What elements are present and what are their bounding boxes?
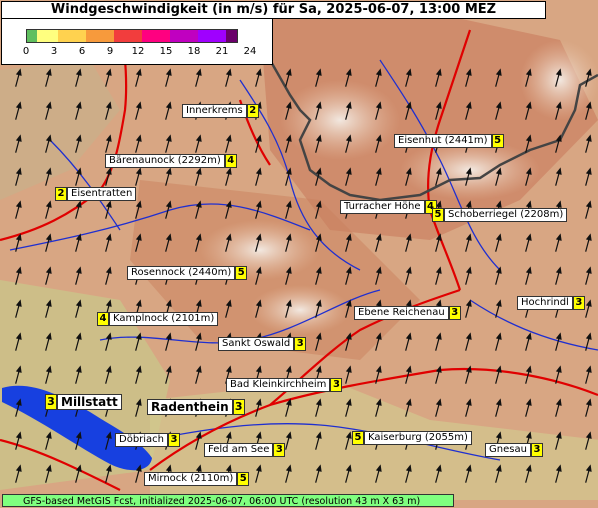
- wind-speed-value: 3: [448, 306, 461, 320]
- wind-speed-value: 3: [168, 433, 181, 447]
- wind-speed-value: 5: [491, 134, 504, 148]
- location-label[interactable]: 4 Kamplnock (2101m): [97, 312, 219, 326]
- wind-speed-value: 3: [232, 399, 245, 415]
- location-label[interactable]: Mirnock (2110m) 5: [144, 472, 250, 486]
- legend-tick-label: 12: [131, 46, 145, 57]
- location-name: Eisenhut (2441m): [394, 134, 492, 148]
- legend-color-step: [27, 30, 37, 42]
- wind-speed-value: 5: [235, 266, 248, 280]
- legend-tick-label: 3: [50, 46, 58, 57]
- location-name: Feld am See: [204, 443, 274, 457]
- legend-color-step: [226, 30, 237, 42]
- location-label[interactable]: Ebene Reichenau 3: [354, 306, 461, 320]
- wind-legend: 0 3 6 9 12 15 18 21 24: [1, 18, 273, 65]
- legend-color-step: [37, 30, 58, 42]
- legend-tick-label: 18: [187, 46, 201, 57]
- legend-tick-label: 6: [78, 46, 86, 57]
- location-name: Ebene Reichenau: [354, 306, 449, 320]
- wind-map[interactable]: Windgeschwindigkeit (in m/s) für Sa, 202…: [0, 0, 598, 508]
- location-label[interactable]: 3 Millstatt: [45, 394, 122, 410]
- location-label[interactable]: 5 Kaiserburg (2055m): [352, 431, 472, 445]
- location-label[interactable]: 5 Schoberriegel (2208m): [432, 208, 568, 222]
- legend-ticks: 0 3 6 9 12 15 18 21 24: [22, 46, 257, 60]
- location-name: Mirnock (2110m): [144, 472, 238, 486]
- location-label[interactable]: Eisenhut (2441m) 5: [394, 134, 504, 148]
- location-name: Hochrindl: [517, 296, 573, 310]
- wind-speed-value: 3: [330, 378, 343, 392]
- location-name: Gnesau: [485, 443, 531, 457]
- map-title: Windgeschwindigkeit (in m/s) für Sa, 202…: [1, 1, 546, 19]
- legend-color-step: [114, 30, 142, 42]
- location-label[interactable]: Sankt Oswald 3: [218, 337, 307, 351]
- location-label[interactable]: Turracher Höhe 4: [340, 200, 437, 214]
- location-label[interactable]: Innerkrems 2: [182, 104, 259, 118]
- location-name: Rosennock (2440m): [127, 266, 236, 280]
- wind-speed-value: 2: [55, 187, 67, 201]
- location-label[interactable]: Bad Kleinkirchheim 3: [226, 378, 343, 392]
- location-label[interactable]: Gnesau 3: [485, 443, 543, 457]
- location-name: Kamplnock (2101m): [109, 312, 219, 326]
- location-name: Eisentratten: [67, 187, 137, 201]
- wind-speed-value: 4: [224, 154, 237, 168]
- legend-color-step: [170, 30, 198, 42]
- terrain-layer: [0, 0, 598, 508]
- wind-speed-value: 3: [294, 337, 307, 351]
- legend-tick-label: 15: [159, 46, 173, 57]
- legend-tick-label: 21: [215, 46, 229, 57]
- location-label[interactable]: Radenthein 3: [147, 399, 245, 415]
- location-name: Turracher Höhe: [340, 200, 425, 214]
- location-label[interactable]: Bärenaunock (2292m) 4: [105, 154, 237, 168]
- wind-speed-value: 2: [246, 104, 259, 118]
- legend-tick-label: 0: [22, 46, 30, 57]
- wind-speed-value: 5: [237, 472, 250, 486]
- location-name: Sankt Oswald: [218, 337, 295, 351]
- location-name: Innerkrems: [182, 104, 247, 118]
- location-name: Döbriach: [115, 433, 169, 447]
- wind-speed-value: 3: [45, 394, 57, 410]
- location-name: Millstatt: [57, 394, 122, 410]
- location-label[interactable]: Feld am See 3: [204, 443, 286, 457]
- forecast-footer: GFS-based MetGIS Fcst, initialized 2025-…: [2, 494, 454, 507]
- location-name: Bad Kleinkirchheim: [226, 378, 331, 392]
- legend-color-step: [86, 30, 114, 42]
- location-name: Radenthein: [147, 399, 233, 415]
- location-name: Bärenaunock (2292m): [105, 154, 225, 168]
- legend-tick-label: 9: [106, 46, 114, 57]
- legend-color-step: [198, 30, 226, 42]
- high-area: [280, 80, 400, 160]
- wind-speed-value: 4: [97, 312, 109, 326]
- wind-speed-value: 3: [273, 443, 286, 457]
- location-label[interactable]: Hochrindl 3: [517, 296, 585, 310]
- wind-speed-value: 3: [572, 296, 585, 310]
- wind-speed-value: 5: [352, 431, 364, 445]
- location-label[interactable]: 2 Eisentratten: [55, 187, 137, 201]
- location-name: Kaiserburg (2055m): [364, 431, 472, 445]
- legend-color-scale: [26, 29, 238, 43]
- legend-color-step: [58, 30, 86, 42]
- location-name: Schoberriegel (2208m): [444, 208, 568, 222]
- wind-speed-value: 5: [432, 208, 444, 222]
- wind-speed-value: 3: [530, 443, 543, 457]
- location-label[interactable]: Rosennock (2440m) 5: [127, 266, 248, 280]
- high-area: [250, 285, 350, 335]
- legend-color-step: [142, 30, 170, 42]
- location-label[interactable]: Döbriach 3: [115, 433, 181, 447]
- legend-tick-label: 24: [243, 46, 257, 57]
